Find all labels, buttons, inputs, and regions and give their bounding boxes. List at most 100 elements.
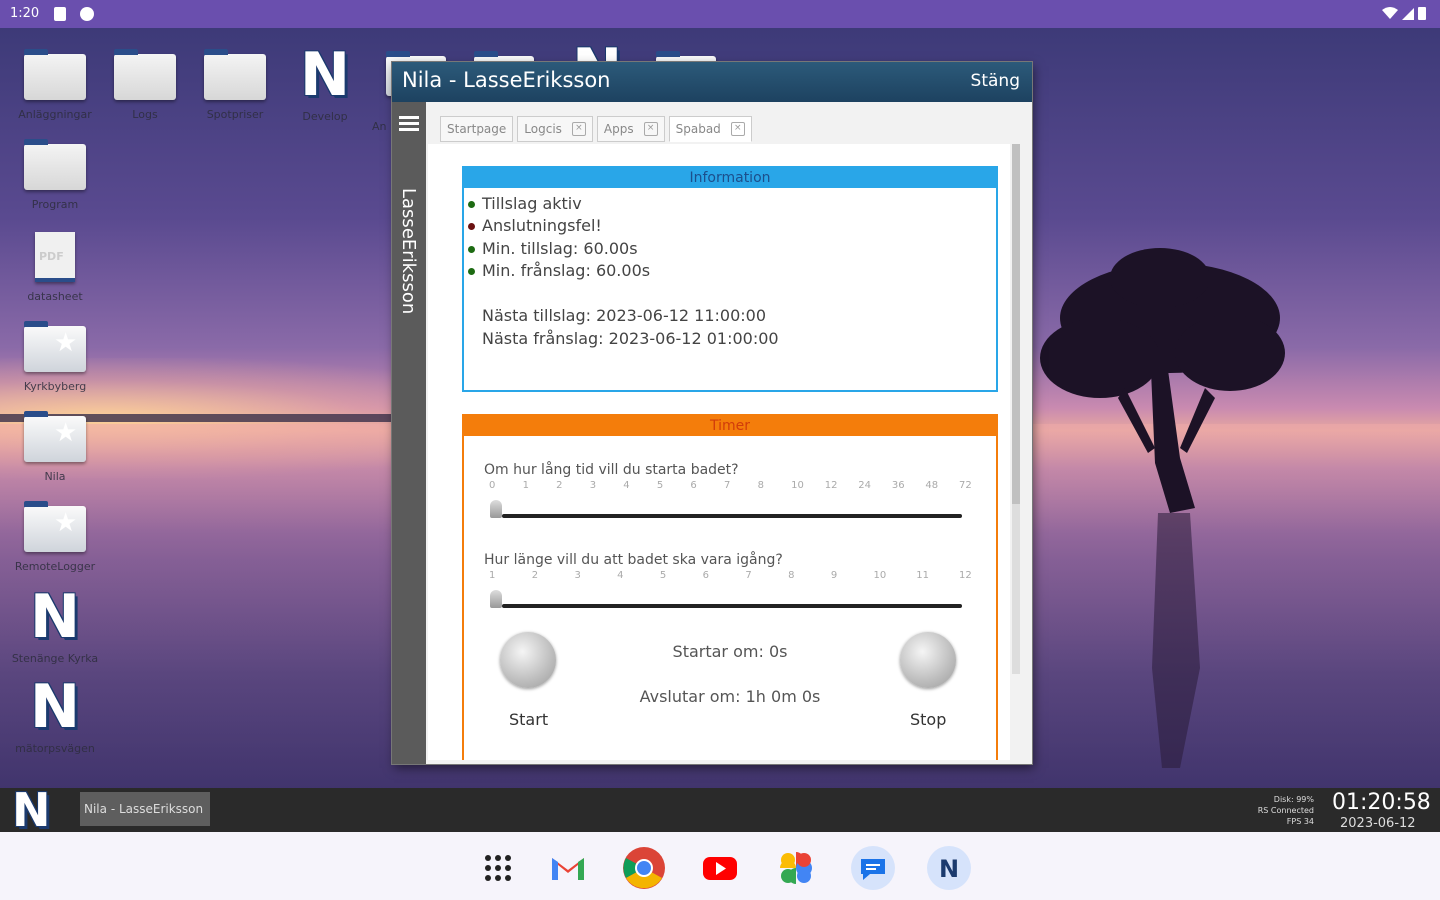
window-titlebar[interactable]: Nila - LasseEriksson Stäng bbox=[392, 62, 1032, 102]
slider-tick-label: 2 bbox=[556, 480, 563, 491]
stop-button[interactable] bbox=[900, 632, 956, 688]
tab-close-icon[interactable]: × bbox=[730, 122, 745, 136]
tab-close-icon[interactable]: × bbox=[571, 122, 586, 136]
nila-app-icon[interactable]: N bbox=[926, 845, 972, 891]
slider-tick-label: 8 bbox=[788, 570, 795, 581]
slider-tick-label: 7 bbox=[724, 480, 731, 491]
timer-panel-title: Timer bbox=[464, 416, 996, 436]
youtube-icon[interactable] bbox=[700, 848, 740, 888]
taskbar-clock: 01:20:58 bbox=[1332, 790, 1431, 815]
slider-tick-label: 4 bbox=[617, 570, 624, 581]
desktop-icon-datasheet[interactable]: PDF datasheet bbox=[10, 232, 100, 303]
status-clock: 1:20 bbox=[10, 6, 40, 21]
slider-tick-label: 8 bbox=[757, 480, 764, 491]
chrome-icon[interactable] bbox=[622, 846, 666, 890]
folder-icon bbox=[204, 49, 266, 100]
desktop-icon-kyrkbyberg[interactable]: Kyrkbyberg bbox=[10, 321, 100, 393]
tab-bar: Startpage Logcis × Apps × Spabad × bbox=[440, 116, 752, 142]
nila-logo-icon: N bbox=[29, 582, 81, 652]
window-title: Nila - LasseEriksson bbox=[402, 68, 611, 92]
starts-in-text: Startar om: 0s bbox=[672, 642, 788, 661]
wifi-icon bbox=[1382, 7, 1398, 19]
start-button-label: Start bbox=[509, 710, 549, 729]
taskbar-date: 2023-06-12 bbox=[1340, 816, 1416, 831]
slider-tick-label: 3 bbox=[589, 480, 597, 491]
status-dot-icon bbox=[468, 201, 475, 208]
duration-slider-thumb[interactable] bbox=[490, 590, 502, 608]
app-drawer-icon[interactable] bbox=[478, 848, 518, 888]
signal-icon bbox=[1402, 8, 1414, 20]
duration-slider-track[interactable] bbox=[502, 604, 962, 608]
tab-spabad[interactable]: Spabad × bbox=[668, 116, 752, 142]
slider-tick-label: 5 bbox=[656, 480, 664, 491]
window-close-button[interactable]: Stäng bbox=[971, 71, 1020, 91]
nila-start-logo-icon[interactable]: N bbox=[12, 786, 51, 834]
slider-tick-label: 3 bbox=[574, 570, 581, 581]
start-button[interactable] bbox=[500, 632, 556, 688]
tab-startpage[interactable]: Startpage bbox=[440, 116, 514, 142]
favorite-folder-icon bbox=[24, 411, 86, 462]
slider-tick-label: 6 bbox=[702, 570, 709, 581]
tab-apps[interactable]: Apps × bbox=[596, 116, 665, 142]
slider-tick-label: 4 bbox=[623, 480, 630, 491]
start-delay-question: Om hur lång tid vill du starta badet? bbox=[484, 462, 739, 478]
tab-close-icon[interactable]: × bbox=[643, 122, 658, 136]
desktop-icon-logs[interactable]: Logs bbox=[100, 49, 190, 121]
start-delay-slider-track[interactable] bbox=[502, 514, 962, 518]
slider-tick-label: 6 bbox=[690, 480, 697, 491]
tab-content: Information Tillslag aktiv Anslutningsfe… bbox=[428, 144, 1010, 760]
desktop-icon-program[interactable]: Program bbox=[10, 139, 100, 211]
nila-logo-icon: N bbox=[29, 672, 81, 742]
content-scrollbar[interactable] bbox=[1012, 144, 1020, 674]
taskbar-window-item[interactable]: Nila - LasseEriksson bbox=[80, 792, 210, 826]
slider-tick-label: 0 bbox=[489, 480, 496, 491]
desktop-icon-remotelogger[interactable]: RemoteLogger bbox=[10, 501, 100, 573]
status-dot-icon bbox=[468, 223, 475, 230]
desktop-icon-nila[interactable]: Nila bbox=[10, 411, 100, 483]
slider-tick-label: 12 bbox=[959, 570, 972, 581]
status-line: Tillslag aktiv bbox=[468, 194, 582, 213]
status-line: Min. frånslag: 60.00s bbox=[468, 261, 650, 280]
tree-silhouette bbox=[1040, 248, 1285, 768]
ends-in-text: Avslutar om: 1h 0m 0s bbox=[639, 687, 821, 706]
app-window: Nila - LasseEriksson Stäng LasseEriksson… bbox=[392, 62, 1032, 764]
status-dot-icon bbox=[468, 268, 475, 275]
start-delay-ticks: 0 1 2 3 4 5 6 7 8 10 12 24 36 48 72 bbox=[489, 480, 972, 500]
gmail-icon[interactable] bbox=[548, 848, 588, 888]
slider-tick-label: 9 bbox=[830, 570, 838, 581]
slider-tick-label: 1 bbox=[489, 570, 496, 581]
svg-text:N: N bbox=[939, 855, 959, 883]
desktop-icon-stenange-kyrka[interactable]: N Stenänge Kyrka bbox=[10, 586, 100, 665]
desktop-icon-spotpriser[interactable]: Spotpriser bbox=[190, 49, 280, 121]
sync-icon bbox=[80, 7, 94, 21]
timer-panel: Timer Om hur lång tid vill du starta bad… bbox=[462, 414, 998, 760]
slider-tick-label: 48 bbox=[925, 480, 939, 491]
messages-icon[interactable] bbox=[850, 845, 896, 891]
slider-tick-label: 10 bbox=[873, 570, 887, 581]
information-panel-title: Information bbox=[464, 168, 996, 188]
system-stats: Disk: 99% RS Connected FPS 34 bbox=[1257, 795, 1314, 826]
desktop-icon-develop[interactable]: N Develop bbox=[280, 44, 370, 123]
desktop-icon-matorpsvagen[interactable]: N mätorpsvägen bbox=[10, 676, 100, 755]
slider-tick-label: 2 bbox=[531, 570, 539, 581]
folder-icon bbox=[24, 139, 86, 190]
status-bar: 1:20 bbox=[0, 0, 1440, 28]
tab-logcis[interactable]: Logcis × bbox=[517, 116, 593, 142]
taskbar: N Nila - LasseEriksson Disk: 99% RS Conn… bbox=[0, 786, 1440, 834]
status-dot-icon bbox=[468, 246, 475, 253]
start-delay-slider-thumb[interactable] bbox=[490, 500, 502, 518]
status-line: Min. tillslag: 60.00s bbox=[468, 239, 638, 258]
desktop-icon-anlaggningar[interactable]: Anläggningar bbox=[10, 49, 100, 121]
information-panel: Information Tillslag aktiv Anslutningsfe… bbox=[462, 166, 998, 392]
sidebar-username: LasseEriksson bbox=[398, 188, 419, 315]
status-line: Anslutningsfel! bbox=[468, 216, 602, 235]
slider-tick-label: 36 bbox=[891, 480, 905, 491]
pdf-file-icon: PDF bbox=[35, 232, 75, 282]
hamburger-menu-icon[interactable] bbox=[399, 116, 419, 132]
duration-ticks: 1 2 3 4 5 6 7 8 9 10 11 12 bbox=[489, 570, 972, 590]
photos-icon[interactable] bbox=[776, 848, 816, 888]
slider-tick-label: 24 bbox=[858, 480, 872, 491]
slider-tick-label: 11 bbox=[916, 570, 929, 581]
desktop-icon-partial-label[interactable]: An bbox=[372, 120, 387, 133]
favorite-folder-icon bbox=[24, 321, 86, 372]
